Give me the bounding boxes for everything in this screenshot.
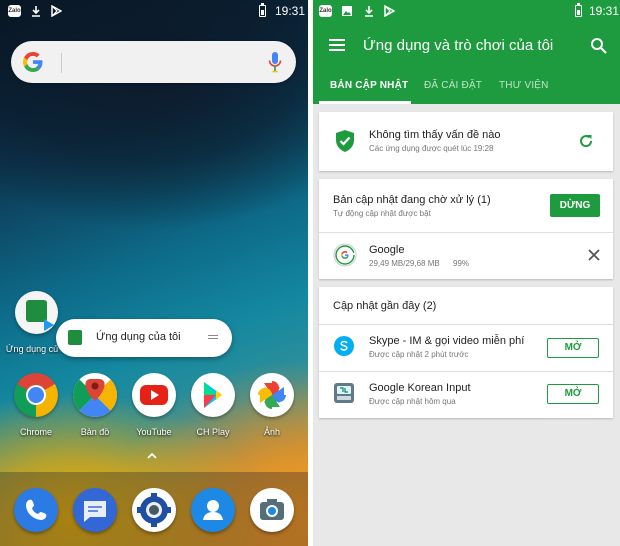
- pending-updates-card: Bản cập nhật đang chờ xử lý (1) Tự động …: [319, 179, 613, 279]
- recent-title: Cập nhật gần đây (2): [333, 300, 437, 312]
- download-progress: 29,49 MB/29,68 MB: [369, 259, 440, 268]
- phone-icon[interactable]: [14, 488, 58, 532]
- list-item[interactable]: Google Korean Input Được cập nhật hôm qu…: [319, 372, 613, 418]
- download-icon: [32, 6, 40, 17]
- contacts-icon[interactable]: [191, 488, 235, 532]
- app-photos[interactable]: Ảnh: [250, 373, 294, 437]
- status-time: 19:31: [589, 4, 620, 18]
- pending-subtitle: Tự động cập nhật được bật: [333, 209, 431, 218]
- play-store-notification-icon: [51, 5, 62, 17]
- app-updated-time: Được cập nhật hôm qua: [369, 397, 456, 406]
- app-ch-play[interactable]: CH Play: [191, 373, 235, 437]
- app-maps[interactable]: Bản đồ: [73, 373, 117, 437]
- app-chrome[interactable]: Chrome: [14, 373, 58, 437]
- zalo-notification-icon: Zalo: [319, 5, 332, 17]
- google-search-bar[interactable]: [11, 41, 296, 83]
- refresh-icon[interactable]: [578, 133, 594, 149]
- search-icon[interactable]: [590, 37, 608, 55]
- image-notification-icon: [342, 6, 352, 16]
- app-label: Ảnh: [263, 427, 280, 437]
- google-korean-input-icon: [334, 383, 354, 403]
- play-store-my-apps-screen: Zalo 19:31 Ứng dụng và trò chơi của tôi …: [313, 0, 620, 546]
- zalo-notification-icon: Zalo: [8, 5, 21, 17]
- app-name: Google Korean Input: [369, 382, 471, 394]
- camera-icon[interactable]: [250, 488, 294, 532]
- my-apps-icon: [68, 330, 82, 345]
- settings-icon[interactable]: [132, 488, 176, 532]
- play-protect-card: Không tìm thấy vấn đề nào Các ứng dụng đ…: [319, 112, 613, 171]
- drag-handle-icon[interactable]: [208, 335, 218, 336]
- skype-icon: [334, 336, 354, 356]
- microphone-icon[interactable]: [268, 51, 282, 73]
- open-button[interactable]: MỞ: [547, 384, 599, 404]
- google-app-icon: [333, 243, 357, 267]
- tab-updates[interactable]: BẢN CẬP NHẬT: [330, 80, 408, 91]
- download-icon: [365, 6, 373, 17]
- shortcut-label: Ứng dụng của tôi: [96, 331, 181, 343]
- protect-subtitle: Các ứng dụng được quét lúc 19:28: [369, 144, 494, 153]
- close-icon[interactable]: [587, 248, 601, 262]
- tab-installed[interactable]: ĐÃ CÀI ĐẶT: [424, 80, 482, 91]
- messages-icon[interactable]: [73, 488, 117, 532]
- status-bar: Zalo 19:31: [0, 0, 308, 22]
- list-item[interactable]: Skype - IM & gọi video miễn phí Được cập…: [319, 325, 613, 371]
- chrome-icon: [14, 373, 58, 417]
- tab-library[interactable]: THƯ VIỆN: [499, 80, 549, 91]
- battery-icon: [575, 3, 582, 17]
- tab-indicator: [319, 101, 411, 104]
- my-apps-shortcut-icon[interactable]: [15, 291, 58, 334]
- protect-title: Không tìm thấy vấn đề nào: [369, 129, 501, 141]
- chevron-up-icon[interactable]: [147, 451, 157, 461]
- menu-icon[interactable]: [329, 39, 345, 41]
- play-store-notification-icon: [384, 5, 395, 17]
- google-app-name: Google: [369, 244, 405, 256]
- pending-title: Bản cập nhật đang chờ xử lý (1): [333, 194, 491, 206]
- maps-icon: [73, 373, 117, 417]
- divider: [319, 232, 613, 233]
- app-bar: Zalo 19:31 Ứng dụng và trò chơi của tôi …: [313, 0, 620, 104]
- status-time: 19:31: [275, 4, 306, 18]
- play-store-icon: [191, 373, 235, 417]
- page-title: Ứng dụng và trò chơi của tôi: [363, 37, 554, 54]
- app-shortcut-popup[interactable]: Ứng dụng của tôi: [56, 319, 232, 357]
- stop-button[interactable]: DỪNG: [550, 194, 600, 217]
- app-updated-time: Được cập nhật 2 phút trước: [369, 350, 469, 359]
- photos-icon: [250, 373, 294, 417]
- youtube-icon: [132, 373, 176, 417]
- app-youtube[interactable]: YouTube: [132, 373, 176, 437]
- home-screen: Zalo 19:31 Ứng dụng củ Ứng dụng của tôi: [0, 0, 308, 546]
- download-percent: 99%: [453, 259, 470, 268]
- battery-icon: [259, 3, 266, 17]
- search-caret: [61, 53, 62, 73]
- open-button[interactable]: MỞ: [547, 338, 599, 358]
- shield-check-icon: [336, 130, 354, 152]
- my-apps-shortcut-label: Ứng dụng củ: [5, 344, 59, 354]
- google-g-icon: [23, 52, 43, 72]
- app-name: Skype - IM & gọi video miễn phí: [369, 335, 525, 347]
- recent-updates-card: Cập nhật gần đây (2) Skype - IM & gọi vi…: [319, 287, 613, 418]
